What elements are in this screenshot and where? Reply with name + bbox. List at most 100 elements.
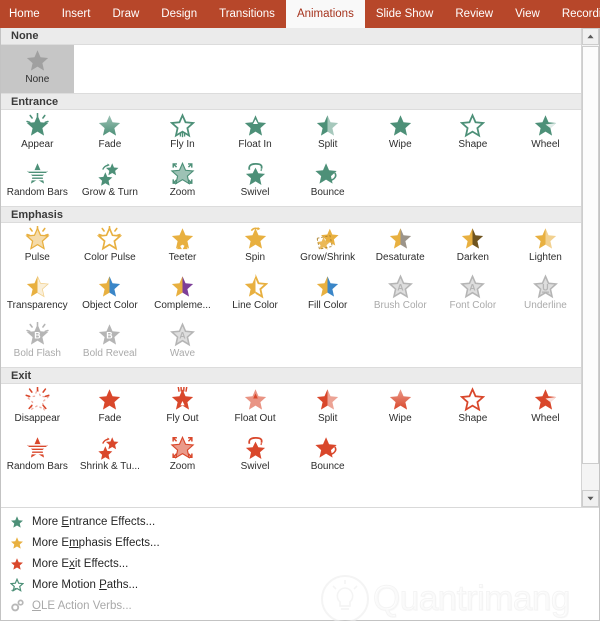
effect-item-float-in[interactable]: Float In — [219, 110, 292, 158]
effect-item-pulse[interactable]: Pulse — [1, 223, 74, 271]
effect-item-object-color[interactable]: Object Color — [74, 271, 147, 319]
effect-cell-empty — [364, 432, 437, 480]
effect-item-label: Fill Color — [307, 300, 348, 311]
effect-item-split[interactable]: Split — [291, 110, 364, 158]
effect-item-grow-turn[interactable]: Grow & Turn — [74, 158, 147, 206]
effect-cell-empty — [509, 158, 582, 206]
effect-item-label: Shape — [458, 139, 488, 150]
effect-item-label: Fly In — [170, 139, 195, 150]
effect-row: Random Bars Shrink & Tu... Zoom Swivel Bounc… — [1, 432, 582, 480]
effect-item-wipe[interactable]: Wipe — [364, 110, 437, 158]
effect-item-label: Bounce — [310, 187, 345, 198]
star-grow-turn-icon — [98, 437, 119, 460]
ribbon-tab-draw[interactable]: Draw — [101, 0, 150, 28]
effect-item-swivel[interactable]: Swivel — [219, 432, 292, 480]
svg-text:B: B — [107, 330, 113, 340]
effect-item-wheel[interactable]: Wheel — [509, 110, 582, 158]
effect-item-lighten[interactable]: Lighten — [509, 223, 582, 271]
effect-item-transparency[interactable]: Transparency — [1, 271, 74, 319]
effect-item-fly-out[interactable]: Fly Out — [146, 384, 219, 432]
effect-item-label: Underline — [524, 300, 567, 311]
effect-item-wave: A Wave — [146, 319, 219, 367]
effect-item-label: Shrink & Tu... — [79, 461, 140, 472]
effect-item-label: Brush Color — [373, 300, 427, 311]
ribbon-tab-slide-show[interactable]: Slide Show — [365, 0, 445, 28]
star-half-blue-icon — [317, 276, 339, 297]
effect-item-wheel[interactable]: Wheel — [509, 384, 582, 432]
effect-item-darken[interactable]: Darken — [437, 223, 510, 271]
section-header-label: Emphasis — [11, 208, 63, 221]
scroll-down-button[interactable] — [582, 490, 599, 507]
effect-item-label: Random Bars — [6, 187, 68, 198]
effect-item-float-out[interactable]: Float Out — [219, 384, 292, 432]
effect-item-shape[interactable]: Shape — [437, 110, 510, 158]
effect-row: Pulse Color Pulse Teeter Spin Grow/Shrink Des… — [1, 223, 582, 271]
effect-item-zoom[interactable]: Zoom — [146, 432, 219, 480]
star-fly-up-icon — [169, 113, 195, 138]
ribbon-tab-recording[interactable]: Recording — [551, 0, 600, 28]
effect-item-label: Appear — [21, 139, 54, 150]
menu-item-label: More Entrance Effects... — [32, 515, 156, 528]
effect-item-label: Wheel — [531, 139, 560, 150]
scrollbar-thumb[interactable] — [582, 46, 599, 464]
section-header-label: Exit — [11, 369, 32, 382]
effect-item-label: Font Color — [449, 300, 497, 311]
effect-item-random-bars[interactable]: Random Bars — [1, 432, 74, 480]
effect-item-fly-in[interactable]: Fly In — [146, 110, 219, 158]
effect-item-grow-shrink[interactable]: Grow/Shrink — [291, 223, 364, 271]
effect-item-shrink-tu[interactable]: Shrink & Tu... — [74, 432, 147, 480]
ribbon-tab-view[interactable]: View — [504, 0, 551, 28]
effect-item-split[interactable]: Split — [291, 384, 364, 432]
effect-item-zoom[interactable]: Zoom — [146, 158, 219, 206]
ribbon-tab-transitions[interactable]: Transitions — [208, 0, 286, 28]
effect-cell-empty — [146, 45, 219, 93]
effect-item-shape[interactable]: Shape — [437, 384, 510, 432]
effect-item-desaturate[interactable]: Desaturate — [364, 223, 437, 271]
effect-item-fade[interactable]: Fade — [74, 110, 147, 158]
effect-item-bounce[interactable]: Bounce — [291, 432, 364, 480]
effect-item-spin[interactable]: Spin — [219, 223, 292, 271]
menu-item-label: More Motion Paths... — [32, 578, 139, 591]
effect-item-random-bars[interactable]: Random Bars — [1, 158, 74, 206]
effect-item-color-pulse[interactable]: Color Pulse — [74, 223, 147, 271]
menu-item-more-emphasis-effects[interactable]: More Emphasis Effects... — [1, 532, 599, 553]
ribbon-tab-animations[interactable]: Animations — [285, 0, 365, 28]
scrollbar-track[interactable] — [582, 465, 599, 490]
ribbon-tab-insert[interactable]: Insert — [51, 0, 102, 28]
menu-item-more-entrance-effects[interactable]: More Entrance Effects... — [1, 511, 599, 532]
gallery-scroll-area: None None Entrance Appear Fade Fly In Float In… — [1, 28, 582, 507]
star-float-up-icon — [244, 115, 266, 136]
effect-item-fill-color[interactable]: Fill Color — [291, 271, 364, 319]
effect-item-line-color[interactable]: Line Color — [219, 271, 292, 319]
ribbon-tab-review[interactable]: Review — [444, 0, 504, 28]
effect-item-label: Object Color — [82, 300, 138, 311]
star-sparkle-icon — [26, 113, 49, 136]
star-spin-icon — [244, 227, 266, 249]
effect-cell-empty — [291, 319, 364, 367]
effect-item-disappear[interactable]: Disappear — [1, 384, 74, 432]
effect-item-teeter[interactable]: Teeter — [146, 223, 219, 271]
effect-item-compleme[interactable]: Compleme... — [146, 271, 219, 319]
effect-row: Random Bars Grow & Turn Zoom Swivel Bounce — [1, 158, 582, 206]
menu-item-more-motion-paths[interactable]: More Motion Paths... — [1, 574, 599, 595]
effect-item-swivel[interactable]: Swivel — [219, 158, 292, 206]
effect-row: None — [1, 45, 582, 93]
effect-item-label: Wheel — [531, 413, 560, 424]
star-grow-turn-icon — [98, 163, 119, 186]
svg-text:A: A — [179, 330, 186, 340]
ribbon-tab-home[interactable]: Home — [0, 0, 51, 28]
scroll-up-button[interactable] — [582, 28, 599, 45]
ribbon-tab-label: Insert — [61, 8, 91, 20]
effect-item-label: Zoom — [169, 461, 196, 472]
menu-item-more-exit-effects[interactable]: More Exit Effects... — [1, 553, 599, 574]
gallery-scrollbar[interactable] — [581, 28, 599, 507]
effect-item-label: Bold Flash — [13, 348, 61, 359]
ribbon-tab-design[interactable]: Design — [150, 0, 208, 28]
svg-text:B: B — [34, 330, 40, 340]
effect-item-bounce[interactable]: Bounce — [291, 158, 364, 206]
effect-item-appear[interactable]: Appear — [1, 110, 74, 158]
star-zoom-in-icon — [170, 161, 195, 185]
effect-item-none[interactable]: None — [1, 45, 74, 93]
effect-item-fade[interactable]: Fade — [74, 384, 147, 432]
effect-item-wipe[interactable]: Wipe — [364, 384, 437, 432]
